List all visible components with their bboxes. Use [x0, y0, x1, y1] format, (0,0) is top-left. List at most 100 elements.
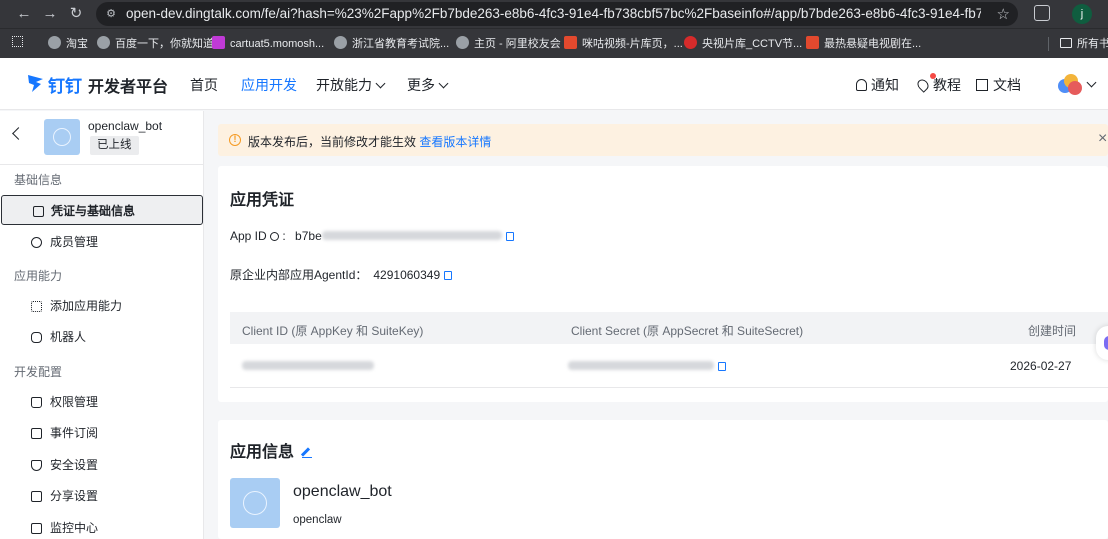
- browser-toolbar: ← → ↻ ⚙ open-dev.dingtalk.com/fe/ai?hash…: [0, 0, 1108, 28]
- user-icon: [31, 237, 42, 248]
- bookmark-item[interactable]: 咪咕视频-片库页，...: [564, 36, 683, 52]
- app-info-description: openclaw: [293, 514, 342, 526]
- lock-icon: [31, 397, 42, 408]
- robot-icon: [31, 332, 42, 343]
- redacted-value: [321, 231, 502, 240]
- notify-button[interactable]: 通知: [856, 75, 899, 95]
- divider: [0, 164, 203, 165]
- sidebar-item-events[interactable]: 事件订阅: [0, 418, 203, 448]
- avatar-circle: [1068, 81, 1082, 95]
- bookmark-item[interactable]: 百度一下，你就知道: [97, 36, 214, 52]
- app-header: 钉钉 开发者平台 首页 应用开发 开放能力 更多 通知 教程 文档: [0, 58, 1108, 110]
- agent-id-value: 4291060349: [373, 268, 441, 282]
- shield-icon: [31, 460, 42, 471]
- globe-icon: [97, 36, 110, 49]
- logo-mark-text: 钉钉: [48, 77, 82, 96]
- bookmark-item[interactable]: 央视片库_CCTV节...: [684, 36, 802, 52]
- migu-icon: [564, 36, 577, 49]
- close-icon[interactable]: ×: [1098, 130, 1107, 148]
- nav-app-dev[interactable]: 应用开发: [241, 75, 297, 95]
- bookmark-item[interactable]: 淘宝: [48, 36, 88, 52]
- reload-icon[interactable]: ↻: [66, 4, 86, 24]
- sidebar-item-permissions[interactable]: 权限管理: [0, 387, 203, 417]
- bookmarks-separator: [1048, 37, 1049, 51]
- monitor-icon: [31, 523, 42, 534]
- back-arrow-icon[interactable]: [12, 127, 25, 140]
- chevron-down-icon: [438, 78, 449, 89]
- app-info-name: openclaw_bot: [293, 483, 392, 500]
- docs-button[interactable]: 文档: [976, 75, 1021, 95]
- bookmark-item[interactable]: 浙江省教育考试院...: [334, 36, 449, 52]
- alert-text: 版本发布后，当前修改才能生效 查看版本详情: [248, 135, 492, 149]
- globe-icon: [334, 36, 347, 49]
- sidebar-item-share[interactable]: 分享设置: [0, 481, 203, 511]
- notification-dot: [930, 73, 936, 79]
- extensions-icon[interactable]: [1034, 5, 1050, 21]
- nav-more[interactable]: 更多: [407, 75, 449, 95]
- address-bar[interactable]: ⚙ open-dev.dingtalk.com/fe/ai?hash=%23%2…: [96, 2, 1018, 26]
- help-icon[interactable]: [270, 232, 280, 241]
- version-detail-link[interactable]: 查看版本详情: [419, 135, 491, 149]
- bookmark-item[interactable]: 主页 - 阿里校友会: [456, 36, 561, 52]
- site-info-icon[interactable]: ⚙: [104, 7, 118, 21]
- credential-icon: [33, 206, 44, 217]
- copy-icon[interactable]: [505, 232, 514, 241]
- sidebar-item-add-capability[interactable]: 添加应用能力: [0, 291, 203, 321]
- sidebar: openclaw_bot 已上线 基础信息 凭证与基础信息 成员管理 应用能力 …: [0, 111, 204, 539]
- copy-icon[interactable]: [444, 271, 453, 280]
- app-icon: [230, 478, 280, 528]
- sidebar-group-basic: 基础信息: [14, 173, 63, 187]
- profile-avatar[interactable]: j: [1072, 4, 1092, 24]
- app-id-value: b7be: [295, 229, 322, 243]
- column-client-id: Client ID (原 AppKey 和 SuiteKey): [242, 324, 424, 338]
- sidebar-item-members[interactable]: 成员管理: [0, 227, 203, 257]
- client-id-value: [242, 359, 374, 373]
- tutorial-button[interactable]: 教程: [915, 75, 961, 95]
- copy-icon[interactable]: [718, 362, 726, 371]
- status-badge: 已上线: [90, 136, 139, 155]
- app-info-title: 应用信息: [230, 438, 313, 462]
- cctv-icon: [684, 36, 697, 49]
- credentials-card: 应用凭证 App ID : b7be 原企业内部应用AgentId： 429106…: [218, 166, 1108, 402]
- assistant-icon: [1104, 336, 1108, 350]
- sidebar-item-credentials[interactable]: 凭证与基础信息: [1, 195, 203, 225]
- location-pin-icon: [915, 77, 931, 93]
- nav-open-capabilities[interactable]: 开放能力: [316, 75, 386, 95]
- credentials-title: 应用凭证: [230, 192, 295, 209]
- back-icon[interactable]: ←: [14, 4, 34, 24]
- chevron-down-icon: [375, 78, 386, 89]
- globe-icon: [48, 36, 61, 49]
- assistant-float-button[interactable]: [1096, 326, 1108, 360]
- bookmark-item[interactable]: 最热悬疑电视剧在...: [806, 36, 921, 52]
- nav-home[interactable]: 首页: [190, 75, 218, 95]
- bookmarks-bar: 淘宝 百度一下，你就知道 cartuat5.momosh... 浙江省教育考试院…: [0, 28, 1108, 58]
- folder-icon: [1060, 38, 1072, 48]
- warning-icon: !: [229, 134, 241, 146]
- version-alert: ! 版本发布后，当前修改才能生效 查看版本详情 ×: [218, 124, 1108, 156]
- client-secret-value: [568, 359, 726, 373]
- created-date: 2026-02-27: [1010, 359, 1072, 373]
- share-icon: [31, 491, 42, 502]
- sidebar-item-robot[interactable]: 机器人: [0, 322, 203, 352]
- apps-grid-icon[interactable]: [12, 36, 23, 52]
- app-info-card: 应用信息 openclaw_bot openclaw: [218, 420, 1108, 539]
- sidebar-group-dev-config: 开发配置: [14, 365, 63, 379]
- bell-icon: [856, 79, 867, 91]
- sidebar-item-monitor[interactable]: 监控中心: [0, 513, 203, 539]
- app-name: openclaw_bot: [88, 119, 163, 133]
- sidebar-item-security[interactable]: 安全设置: [0, 450, 203, 480]
- dingtalk-logo-icon: [28, 75, 43, 92]
- book-icon: [976, 79, 988, 91]
- momo-icon: [212, 36, 225, 49]
- app-id-row: App ID : b7be: [230, 229, 514, 243]
- forward-icon[interactable]: →: [40, 4, 60, 24]
- edit-icon[interactable]: [302, 448, 313, 458]
- bookmark-item[interactable]: cartuat5.momosh...: [212, 36, 324, 52]
- column-created: 创建时间: [1028, 324, 1077, 338]
- url-text: open-dev.dingtalk.com/fe/ai?hash=%23%2Fa…: [126, 6, 981, 21]
- user-avatar[interactable]: [1058, 73, 1082, 95]
- bookmark-star-icon[interactable]: ☆: [997, 5, 1010, 23]
- video-site-icon: [806, 36, 819, 49]
- all-bookmarks[interactable]: 所有书: [1060, 36, 1108, 52]
- grid-plus-icon: [31, 301, 42, 312]
